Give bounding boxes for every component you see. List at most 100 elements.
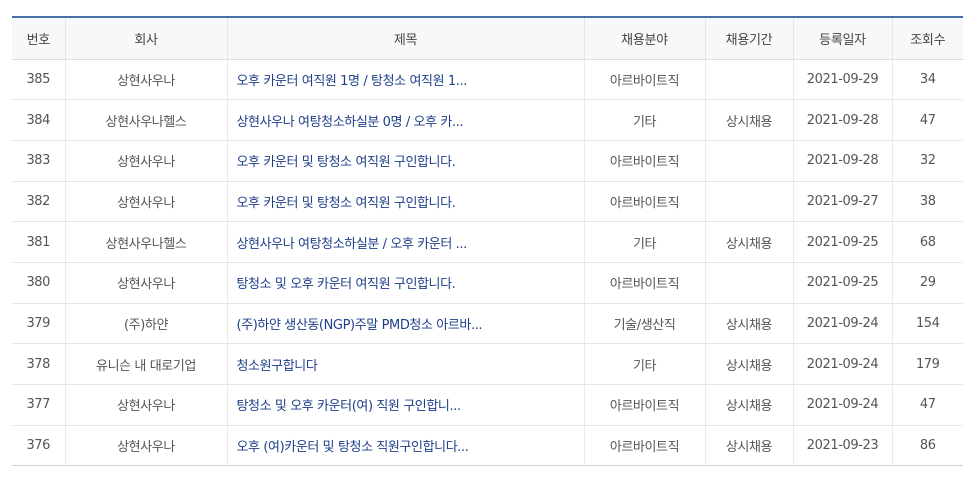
job-board: 번호 회사 제목 채용분야 채용기간 등록일자 조회수 385 상현사우나 오후… [12,16,963,466]
cell-views: 47 [891,384,963,426]
cell-title: 청소원구합니다 [226,343,584,385]
table-row: 379 (주)하얀 (주)하얀 생산동(NGP)주말 PMD청소 아르바... … [12,303,963,344]
cell-title: 상현사우나 여탕청소하실분 0명 / 오후 카... [226,99,584,141]
table-row: 380 상현사우나 탕청소 및 오후 카운터 여직원 구인합니다. 아르바이트직… [12,262,963,304]
cell-date: 2021-09-24 [792,303,892,344]
cell-date: 2021-09-24 [792,384,892,426]
job-title-link[interactable]: 오후 카운터 여직원 1명 / 탕청소 여직원 1... [237,74,468,89]
cell-date: 2021-09-29 [792,59,892,100]
cell-views: 38 [891,181,963,222]
job-title-link[interactable]: 탕청소 및 오후 카운터(여) 직원 구인합니... [237,399,462,414]
cell-field: 기타 [583,221,705,263]
cell-date: 2021-09-24 [792,343,892,385]
cell-period: 상시채용 [704,303,793,344]
cell-period: 상시채용 [704,99,793,141]
cell-views: 34 [891,59,963,100]
table-row: 378 유니슨 내 대로기업 청소원구합니다 기타 상시채용 2021-09-2… [12,343,963,385]
cell-field: 아르바이트직 [583,262,705,304]
cell-field: 아르바이트직 [583,384,705,426]
cell-views: 86 [891,425,963,466]
cell-period [704,140,793,182]
cell-company: 상현사우나 [64,140,227,182]
table-header: 번호 회사 제목 채용분야 채용기간 등록일자 조회수 [12,17,963,59]
cell-views: 179 [891,343,963,385]
cell-title: 오후 카운터 및 탕청소 여직원 구인합니다. [226,140,584,182]
cell-field: 기술/생산직 [583,303,705,344]
table-body: 385 상현사우나 오후 카운터 여직원 1명 / 탕청소 여직원 1... 아… [12,59,963,466]
cell-date: 2021-09-23 [792,425,892,466]
table-row: 376 상현사우나 오후 (여)카운터 및 탕청소 직원구인합니다... 아르바… [12,425,963,466]
job-listing-table: 번호 회사 제목 채용분야 채용기간 등록일자 조회수 385 상현사우나 오후… [12,16,963,466]
cell-date: 2021-09-25 [792,262,892,304]
job-title-link[interactable]: 상현사우나 여탕청소하실분 0명 / 오후 카... [237,115,464,130]
cell-company: 상현사우나 [64,384,227,426]
cell-number: 381 [26,234,51,250]
cell-title: 오후 카운터 및 탕청소 여직원 구인합니다. [226,181,584,222]
cell-company: 상현사우나 [64,262,227,304]
header-row: 번호 회사 제목 채용분야 채용기간 등록일자 조회수 [12,17,963,59]
cell-date: 2021-09-27 [792,181,892,222]
table-row: 385 상현사우나 오후 카운터 여직원 1명 / 탕청소 여직원 1... 아… [12,59,963,100]
table-row: 382 상현사우나 오후 카운터 및 탕청소 여직원 구인합니다. 아르바이트직… [12,181,963,222]
cell-company: 상현사우나 [64,59,227,100]
cell-field: 아르바이트직 [583,140,705,182]
cell-title: 탕청소 및 오후 카운터 여직원 구인합니다. [226,262,584,304]
table-row: 381 상현사우나헬스 상현사우나 여탕청소하실분 / 오후 카운터 ... 기… [12,221,963,263]
cell-field: 기타 [583,343,705,385]
column-header-period: 채용기간 [704,17,793,59]
cell-period: 상시채용 [704,425,793,466]
cell-company: 상현사우나 [64,425,227,466]
cell-views: 32 [891,140,963,182]
cell-company: 유니슨 내 대로기업 [64,343,227,385]
cell-views: 47 [891,99,963,141]
cell-field: 아르바이트직 [583,425,705,466]
cell-field: 아르바이트직 [583,59,705,100]
cell-title: (주)하얀 생산동(NGP)주말 PMD청소 아르바... [226,303,584,344]
cell-title: 상현사우나 여탕청소하실분 / 오후 카운터 ... [226,221,584,263]
cell-date: 2021-09-28 [792,140,892,182]
cell-views: 29 [891,262,963,304]
table-row: 377 상현사우나 탕청소 및 오후 카운터(여) 직원 구인합니... 아르바… [12,384,963,426]
job-title-link[interactable]: 오후 카운터 및 탕청소 여직원 구인합니다. [237,155,456,170]
job-title-link[interactable]: 상현사우나 여탕청소하실분 / 오후 카운터 ... [237,237,468,252]
cell-number: 376 [26,438,51,454]
column-header-number: 번호 [26,32,51,48]
cell-views: 68 [891,221,963,263]
cell-company: 상현사우나헬스 [64,221,227,263]
cell-period [704,181,793,222]
cell-company: 상현사우나 [64,181,227,222]
cell-number: 385 [26,71,51,87]
table-row: 383 상현사우나 오후 카운터 및 탕청소 여직원 구인합니다. 아르바이트직… [12,140,963,182]
cell-views: 154 [891,303,963,344]
cell-period: 상시채용 [704,384,793,426]
cell-number: 380 [26,275,51,291]
table-row: 384 상현사우나헬스 상현사우나 여탕청소하실분 0명 / 오후 카... 기… [12,99,963,141]
cell-number: 379 [26,315,51,331]
job-title-link[interactable]: 탕청소 및 오후 카운터 여직원 구인합니다. [237,277,456,292]
column-header-company: 회사 [64,17,227,59]
job-title-link[interactable]: 오후 카운터 및 탕청소 여직원 구인합니다. [237,196,456,211]
column-header-title: 제목 [226,17,584,59]
cell-title: 오후 카운터 여직원 1명 / 탕청소 여직원 1... [226,59,584,100]
cell-number: 382 [26,193,51,209]
cell-number: 384 [26,112,51,128]
cell-date: 2021-09-28 [792,99,892,141]
cell-period [704,59,793,100]
cell-company: (주)하얀 [64,303,227,344]
cell-period [704,262,793,304]
job-title-link[interactable]: 오후 (여)카운터 및 탕청소 직원구인합니다... [237,440,469,455]
cell-title: 오후 (여)카운터 및 탕청소 직원구인합니다... [226,425,584,466]
cell-company: 상현사우나헬스 [64,99,227,141]
job-title-link[interactable]: (주)하얀 생산동(NGP)주말 PMD청소 아르바... [237,318,483,333]
cell-field: 기타 [583,99,705,141]
cell-period: 상시채용 [704,343,793,385]
cell-number: 377 [26,397,51,413]
cell-title: 탕청소 및 오후 카운터(여) 직원 구인합니... [226,384,584,426]
cell-number: 383 [26,153,51,169]
cell-field: 아르바이트직 [583,181,705,222]
job-title-link[interactable]: 청소원구합니다 [237,359,318,374]
column-header-field: 채용분야 [583,17,705,59]
column-header-date: 등록일자 [792,17,892,59]
cell-number: 378 [26,356,51,372]
cell-date: 2021-09-25 [792,221,892,263]
